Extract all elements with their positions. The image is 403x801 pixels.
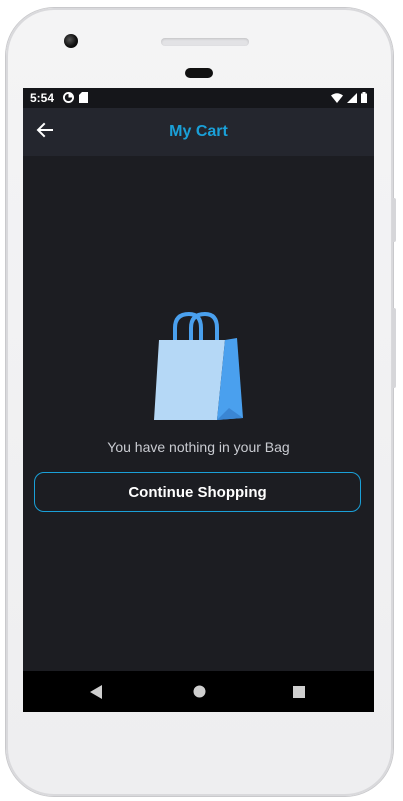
power-button [392, 308, 396, 388]
data-saver-icon [63, 92, 74, 106]
nav-home-icon[interactable] [193, 685, 206, 703]
sd-card-icon [79, 92, 88, 106]
empty-cart-message: You have nothing in your Bag [107, 439, 290, 455]
battery-icon [361, 92, 367, 106]
system-nav-bar [23, 671, 374, 712]
continue-shopping-button[interactable]: Continue Shopping [34, 472, 361, 512]
volume-button [392, 198, 396, 242]
nav-recents-icon[interactable] [293, 685, 305, 703]
app-screen: 5:54 My Cart You have nothing in your Ba… [23, 88, 374, 712]
status-bar: 5:54 [23, 88, 374, 108]
page-title: My Cart [169, 123, 228, 140]
signal-icon [347, 92, 357, 106]
status-left-icons [63, 92, 88, 106]
wifi-icon [331, 92, 343, 106]
status-time: 5:54 [30, 91, 55, 105]
nav-back-icon[interactable] [90, 685, 102, 704]
app-bar: My Cart [23, 108, 374, 156]
proximity-sensor [185, 68, 213, 78]
status-right-icons [331, 92, 367, 106]
front-camera [64, 34, 78, 48]
earpiece-speaker [161, 38, 249, 46]
shopping-bag-icon [151, 310, 247, 422]
